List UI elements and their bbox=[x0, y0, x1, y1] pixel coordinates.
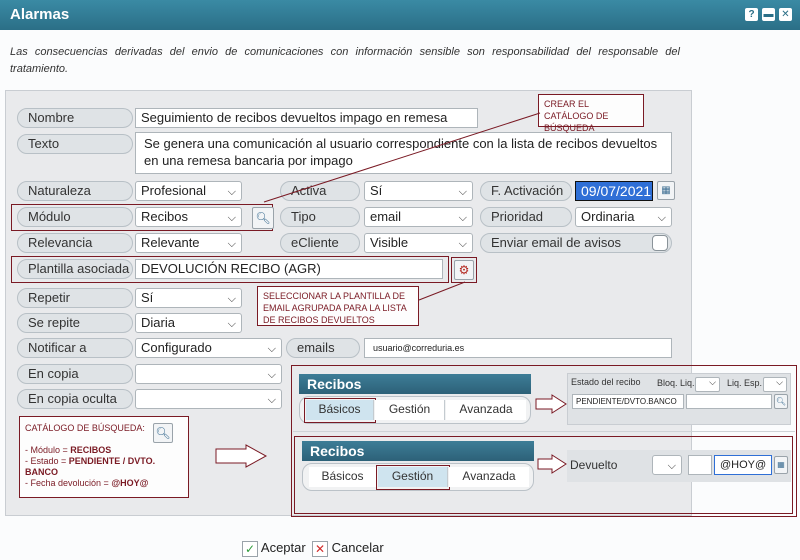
connector-line bbox=[418, 281, 466, 301]
estado-secondary-input[interactable] bbox=[686, 394, 772, 409]
tab-gestion[interactable]: Gestión bbox=[375, 400, 445, 420]
bloq-liq-select[interactable]: ⌵ bbox=[695, 377, 720, 392]
check-icon: ✓ bbox=[242, 540, 258, 557]
tab-avanzada[interactable]: Avanzada bbox=[446, 400, 526, 420]
tab-basicos[interactable]: Básicos bbox=[309, 467, 377, 487]
accept-label: Aceptar bbox=[260, 540, 306, 555]
devuelto-operator-select[interactable]: ⌵ bbox=[652, 455, 682, 475]
connector-line bbox=[263, 112, 541, 203]
liq-esp-select[interactable]: ⌵ bbox=[763, 377, 787, 392]
calendar-icon[interactable]: ▦ bbox=[774, 456, 788, 474]
accept-button[interactable]: ✓ Aceptar bbox=[242, 538, 306, 558]
estado-value-input[interactable]: PENDIENTE/DVTO.BANCO bbox=[572, 394, 684, 409]
cross-icon: ✕ bbox=[312, 540, 328, 557]
chevron-down-icon: ⌵ bbox=[776, 377, 783, 387]
chevron-down-icon: ⌵ bbox=[709, 377, 716, 387]
cancel-label: Cancelar bbox=[331, 540, 384, 555]
chevron-down-icon: ⌵ bbox=[667, 460, 676, 472]
cancel-button[interactable]: ✕ Cancelar bbox=[312, 538, 384, 558]
tab-basicos-highlight bbox=[304, 398, 376, 423]
tab-gestion-highlight bbox=[376, 465, 450, 490]
divider bbox=[293, 431, 795, 432]
estado-label: Estado del recibo bbox=[571, 377, 641, 387]
search-icon[interactable]: 🔍︎ bbox=[774, 394, 788, 409]
arrow-right-icon bbox=[215, 444, 268, 468]
bloq-liq-label: Bloq. Liq. bbox=[657, 378, 695, 388]
recibos-panel-1-header: Recibos bbox=[299, 374, 531, 394]
devuelto-from-input[interactable] bbox=[688, 455, 712, 475]
devuelto-label: Devuelto bbox=[570, 458, 618, 472]
devuelto-value-input[interactable]: @HOY@ bbox=[714, 455, 772, 475]
liq-esp-label: Liq. Esp. bbox=[727, 378, 763, 388]
tab-avanzada[interactable]: Avanzada bbox=[449, 467, 529, 487]
recibos-panel-2-header: Recibos bbox=[302, 441, 534, 461]
